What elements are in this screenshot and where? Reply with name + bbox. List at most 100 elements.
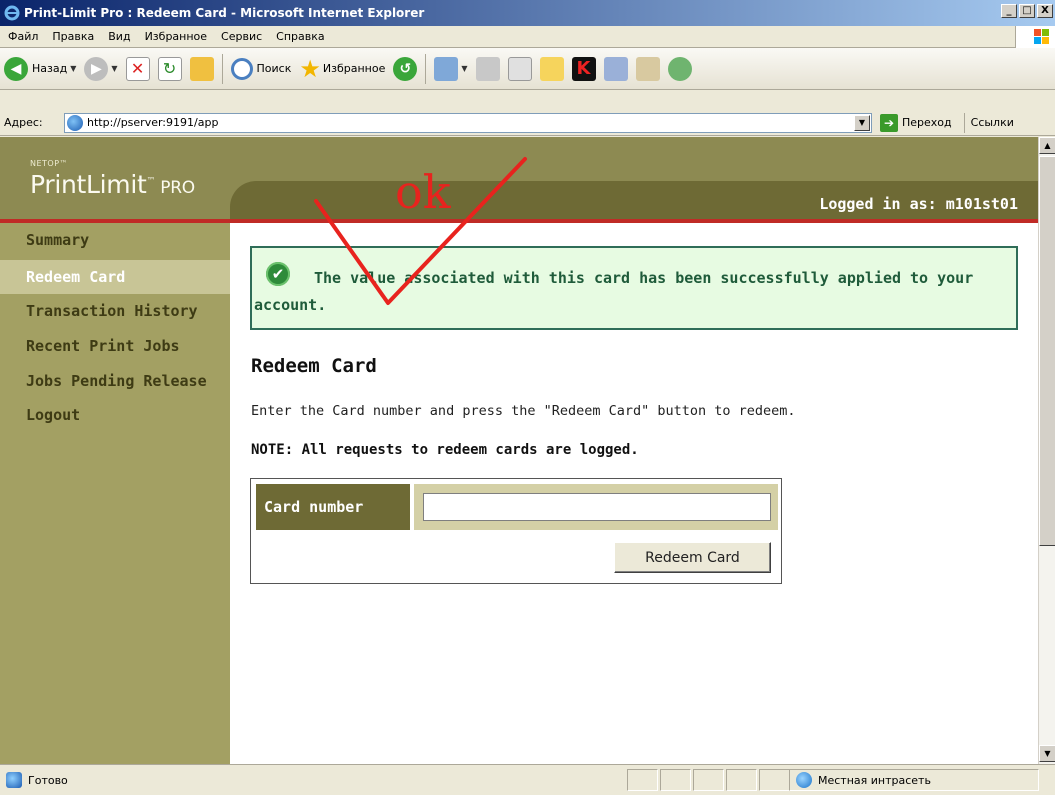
close-button[interactable]: X [1037,4,1053,18]
scroll-down-icon[interactable]: ▼ [1039,745,1055,762]
page-done-icon [6,772,22,788]
address-dropdown-icon[interactable]: ▼ [854,114,870,131]
refresh-icon: ↻ [157,56,182,81]
back-arrow-icon: ◀ [4,56,28,81]
status-pane [627,769,658,791]
instructions-text: Enter the Card number and press the "Red… [251,403,796,419]
chevron-down-icon: ▼ [111,64,118,73]
window-titlebar: Print-Limit Pro : Redeem Card - Microsof… [0,0,1055,26]
back-button[interactable]: ◀ Назад ▼ [0,53,80,85]
research-icon [635,56,660,81]
page-title: Redeem Card [251,355,377,377]
nav-jobs-pending-release[interactable]: Jobs Pending Release [0,364,230,398]
stop-button[interactable]: ✕ [122,53,154,85]
menu-favorites[interactable]: Избранное [138,30,214,43]
address-input[interactable]: http://pserver:9191/app ▼ [64,112,872,133]
toolbar-separator [221,53,223,84]
menu-edit[interactable]: Правка [45,30,101,43]
sidebar-nav: Summary Redeem Card Transaction History … [0,223,230,764]
logo-trademark: ™ [146,176,156,187]
contacts-button[interactable] [664,53,696,85]
history-button[interactable]: ↺ [389,53,421,85]
menu-bar: Файл Правка Вид Избранное Сервис Справка [0,26,1055,48]
status-pane [726,769,757,791]
nav-summary[interactable]: Summary [0,223,230,257]
note-text: NOTE: All requests to redeem cards are l… [251,442,639,458]
messenger-icon [603,56,628,81]
contacts-icon [667,56,692,81]
print-button[interactable] [472,53,504,85]
card-number-input[interactable] [423,493,771,521]
refresh-button[interactable]: ↻ [154,53,186,85]
status-text: Готово [28,773,68,787]
mail-button[interactable]: ▼ [430,53,471,85]
kaspersky-icon: K [571,56,596,81]
forward-button[interactable]: ▶ ▼ [80,53,121,85]
menu-help[interactable]: Справка [269,30,331,43]
page-viewport: NETOP™ PrintLimit™ PRO Logged in as: m10… [0,137,1038,764]
address-label: Адрес: [4,116,43,129]
research-button[interactable] [632,53,664,85]
star-icon: ★ [299,54,321,83]
toolbar-separator [425,53,427,84]
go-arrow-icon: ➔ [880,113,898,132]
window-title: Print-Limit Pro : Redeem Card - Microsof… [24,6,425,20]
edit-icon [507,56,532,81]
history-icon: ↺ [393,56,418,81]
security-zone: Местная интрасеть [789,769,1039,791]
nav-recent-print-jobs[interactable]: Recent Print Jobs [0,329,230,363]
menu-view[interactable]: Вид [101,30,137,43]
browser-toolbar: ◀ Назад ▼ ▶ ▼ ✕ ↻ Поиск ★ Избранное ↺ ▼ … [0,48,1055,90]
menu-file[interactable]: Файл [0,30,45,43]
vertical-scrollbar[interactable]: ▲ ▼ [1038,137,1055,764]
home-button[interactable] [186,53,218,85]
kaspersky-button[interactable]: K [568,53,600,85]
minimize-button[interactable]: _ [1001,4,1017,18]
redeem-card-button[interactable]: Redeem Card [614,542,771,573]
logo-pro: PRO [155,178,195,198]
page-icon [67,114,83,131]
status-panes [627,769,792,791]
card-number-label: Card number [256,484,410,530]
windows-flag-icon [1015,26,1055,48]
nav-logout[interactable]: Logout [0,398,230,432]
app-logo: PrintLimit™ PRO [30,170,195,199]
messenger-button[interactable] [600,53,632,85]
logged-in-user: Logged in as: m101st01 [819,195,1018,213]
status-pane [693,769,724,791]
zone-label: Местная интрасеть [818,773,931,787]
success-message: The value associated with this card has … [254,269,974,314]
folder-button[interactable] [536,53,568,85]
logo-name: PrintLimit [30,170,147,199]
edit-button[interactable] [504,53,536,85]
search-icon [230,57,253,80]
forward-arrow-icon: ▶ [84,56,109,81]
search-button[interactable]: Поиск [227,53,296,85]
address-bar: Адрес: http://pserver:9191/app ▼ ➔ Перех… [0,110,1055,136]
chevron-down-icon: ▼ [70,64,77,73]
intranet-icon [796,772,812,788]
favorites-button[interactable]: ★ Избранное [295,53,389,85]
maximize-button[interactable]: □ [1019,4,1035,18]
chevron-down-icon: ▼ [461,64,468,73]
status-bar: Готово Местная интрасеть [0,764,1055,795]
mail-icon [434,56,459,81]
status-pane [660,769,691,791]
address-url: http://pserver:9191/app [87,116,219,129]
nav-transaction-history[interactable]: Transaction History [0,294,230,328]
nav-redeem-card[interactable]: Redeem Card [0,260,230,294]
scroll-thumb[interactable] [1039,156,1055,546]
stop-icon: ✕ [125,56,150,81]
back-label: Назад [32,62,68,75]
logo-vendor: NETOP™ [30,159,69,168]
links-button[interactable]: Ссылки [963,112,1014,133]
search-label: Поиск [256,62,292,75]
scroll-up-icon[interactable]: ▲ [1039,137,1055,154]
favorites-label: Избранное [322,62,386,75]
printer-icon [475,56,500,81]
ie-logo-icon [4,5,20,21]
folder-icon [539,56,564,81]
menu-tools[interactable]: Сервис [214,30,269,43]
toolbar-gap [0,90,1055,110]
go-button[interactable]: ➔ Переход [880,113,952,132]
